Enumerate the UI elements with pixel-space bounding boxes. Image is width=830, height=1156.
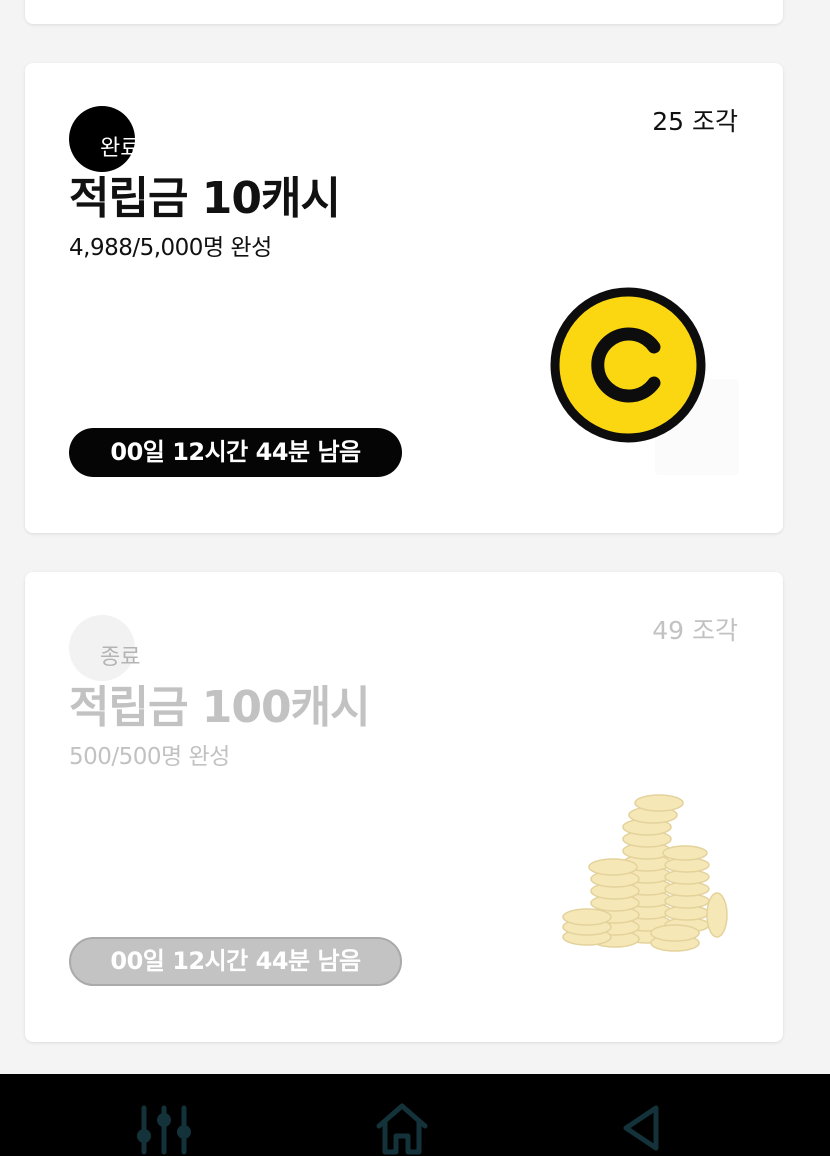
completion-progress: 500/500명 완성 [69,744,230,770]
time-remaining-pill: 00일 12시간 44분 남음 [69,428,402,477]
completion-progress: 4,988/5,000명 완성 [69,235,272,261]
recent-apps-icon[interactable] [136,1102,192,1156]
coin-stack-icon [562,794,728,952]
reward-card-ended[interactable]: 종료 49 조각 적립금 100캐시 500/500명 완성 00일 12시간 … [25,572,783,1042]
cash-coin-icon [550,287,706,443]
reward-card-active[interactable]: 완료 25 조각 적립금 10캐시 4,988/5,000명 완성 00일 12… [25,63,783,533]
time-remaining-pill: 00일 12시간 44분 남음 [69,937,402,986]
pieces-count: 25 조각 [652,107,738,136]
page: 완료 25 조각 적립금 10캐시 4,988/5,000명 완성 00일 12… [0,0,830,1156]
navigation-bar [0,1074,830,1156]
reward-title: 적립금 100캐시 [69,682,371,733]
previous-card-edge [25,0,783,24]
pieces-count: 49 조각 [652,616,738,645]
reward-title: 적립금 10캐시 [69,173,341,224]
status-badge-label: 완료 [100,136,141,161]
back-icon[interactable] [620,1102,664,1156]
status-badge-label: 종료 [100,645,141,670]
home-icon[interactable] [374,1102,430,1156]
